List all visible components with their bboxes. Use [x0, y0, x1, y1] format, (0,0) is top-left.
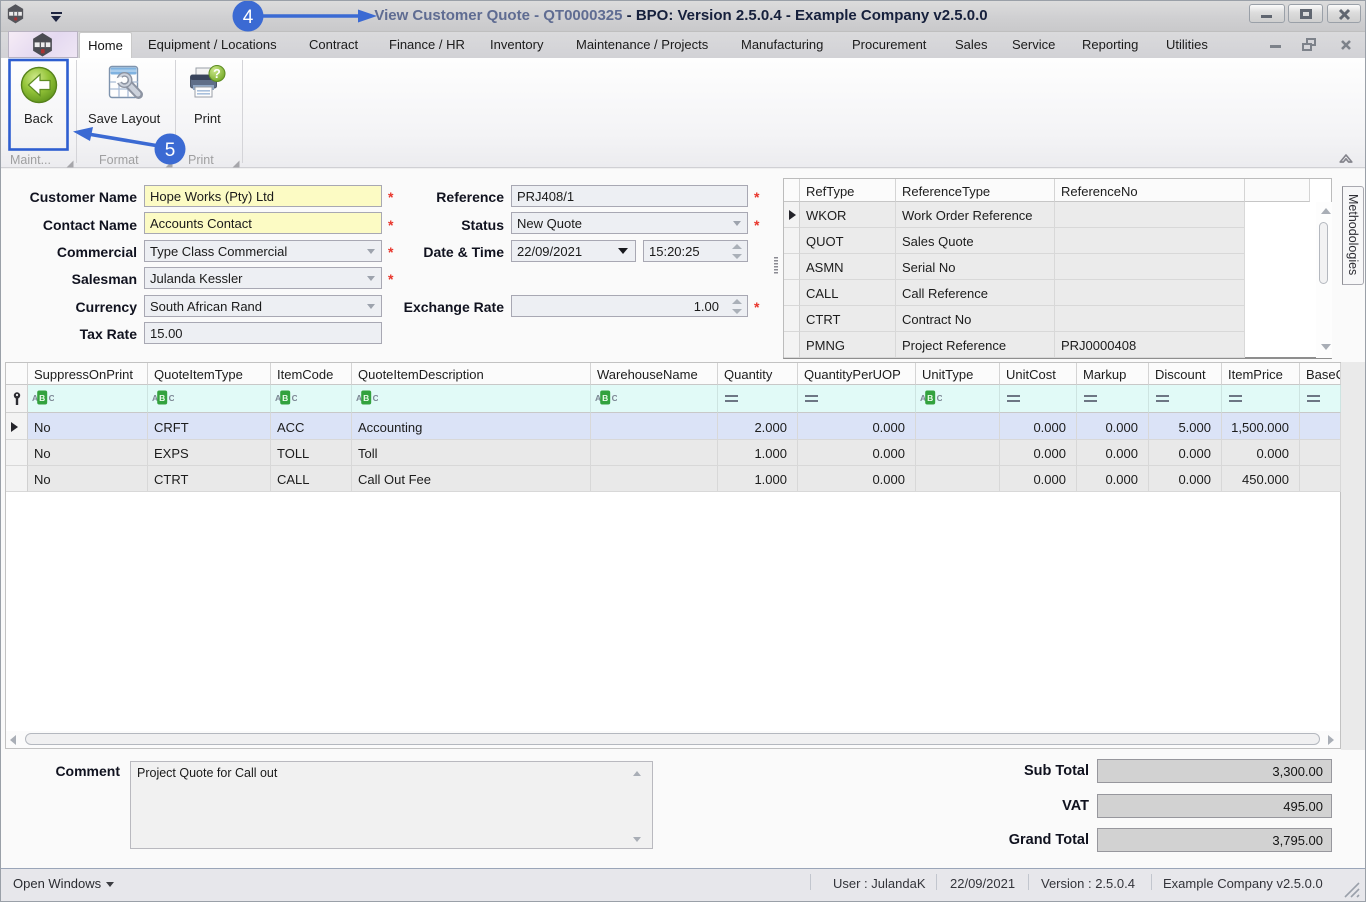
svg-text:4: 4	[243, 7, 254, 28]
svg-text:5: 5	[165, 140, 176, 161]
